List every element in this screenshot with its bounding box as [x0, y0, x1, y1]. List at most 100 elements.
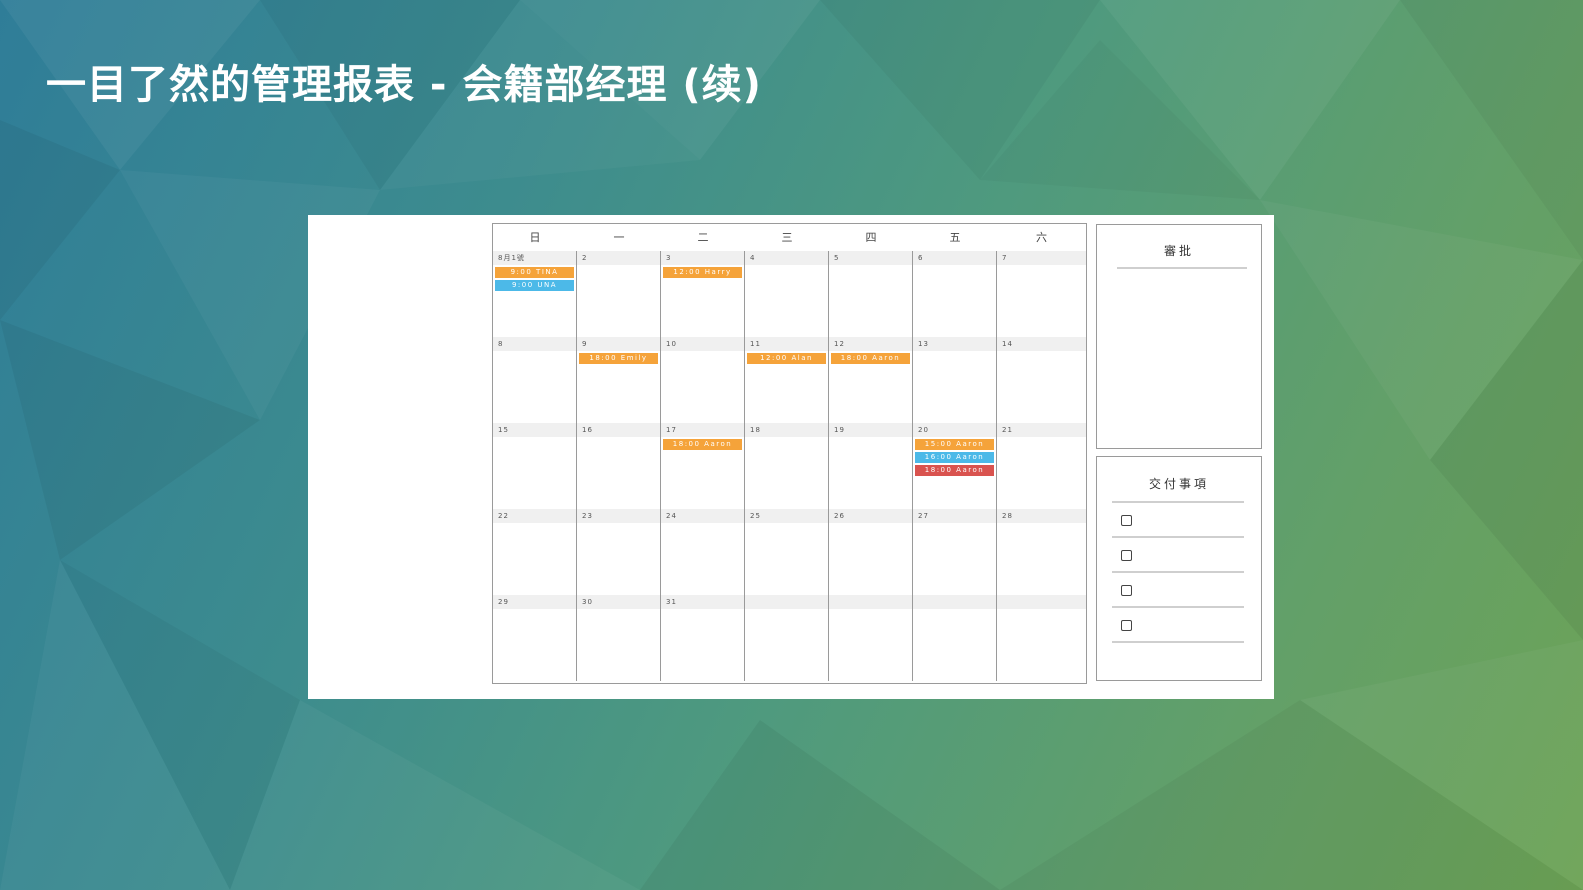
calendar-day[interactable]: 14 [997, 337, 1086, 423]
calendar-day[interactable]: 20 15:00 Aaron 16:00 Aaron 18:00 Aaron [913, 423, 997, 509]
calendar-event[interactable]: 15:00 Aaron [915, 439, 994, 450]
day-number: 10 [661, 337, 744, 351]
calendar-day[interactable]: 16 [577, 423, 661, 509]
calendar-event[interactable]: 18:00 Aaron [915, 465, 994, 476]
calendar-day[interactable]: 15 [493, 423, 577, 509]
day-number: 14 [997, 337, 1086, 351]
divider [1117, 267, 1247, 269]
calendar-day[interactable] [913, 595, 997, 681]
calendar-day[interactable]: 7 [997, 251, 1086, 337]
calendar-day[interactable]: 6 [913, 251, 997, 337]
calendar-event[interactable]: 9:00 UNA [495, 280, 574, 291]
weekday-header: 日一二三四五六 [493, 224, 1086, 252]
calendar-day[interactable]: 29 [493, 595, 577, 681]
calendar-day[interactable]: 10 [661, 337, 745, 423]
day-number: 27 [913, 509, 996, 523]
calendar-day[interactable]: 2 [577, 251, 661, 337]
calendar: 日 一 二 三 四 五 六 8月1號 9:00 TINA 9:00 UNA 2 3 12:00 Har… [492, 223, 1087, 684]
calendar-day[interactable]: 30 [577, 595, 661, 681]
day-number: 4 [745, 251, 828, 265]
calendar-grid: 8月1號 9:00 TINA 9:00 UNA 2 3 12:00 Harry 4 5 6 7 8 9… [493, 251, 1086, 683]
calendar-day[interactable]: 3 12:00 Harry [661, 251, 745, 337]
slide-title: 一目了然的管理报表 - 会籍部经理 (续) [46, 62, 762, 108]
day-number: 9 [577, 337, 660, 351]
calendar-day[interactable] [829, 595, 913, 681]
calendar-event[interactable]: 16:00 Aaron [915, 452, 994, 463]
calendar-event[interactable]: 18:00 Emily [579, 353, 658, 364]
calendar-day[interactable]: 19 [829, 423, 913, 509]
weekday-label: 三 [781, 231, 793, 244]
checkbox[interactable] [1121, 620, 1132, 631]
report-sheet: 日 一 二 三 四 五 六 8月1號 9:00 TINA 9:00 UNA 2 3 12:00 Har… [308, 215, 1274, 699]
day-number [997, 595, 1086, 609]
day-number: 28 [997, 509, 1086, 523]
day-number: 6 [913, 251, 996, 265]
checkbox[interactable] [1121, 585, 1132, 596]
calendar-event[interactable]: 12:00 Alan [747, 353, 826, 364]
day-number: 12 [829, 337, 912, 351]
calendar-day[interactable]: 11 12:00 Alan [745, 337, 829, 423]
day-number: 15 [493, 423, 576, 437]
calendar-day[interactable]: 13 [913, 337, 997, 423]
calendar-event[interactable]: 18:00 Aaron [663, 439, 742, 450]
calendar-day[interactable]: 22 [493, 509, 577, 595]
day-number: 21 [997, 423, 1086, 437]
calendar-day[interactable]: 24 [661, 509, 745, 595]
calendar-event[interactable]: 9:00 TINA [495, 267, 574, 278]
approval-title: 審批 [1163, 244, 1194, 258]
day-number: 30 [577, 595, 660, 609]
calendar-day[interactable]: 17 18:00 Aaron [661, 423, 745, 509]
day-number: 11 [745, 337, 828, 351]
day-number: 25 [745, 509, 828, 523]
day-number: 7 [997, 251, 1086, 265]
day-number: 20 [913, 423, 996, 437]
calendar-day[interactable]: 27 [913, 509, 997, 595]
calendar-day[interactable]: 18 [745, 423, 829, 509]
weekday-label: 四 [865, 231, 877, 244]
day-number: 3 [661, 251, 744, 265]
calendar-week: 15 16 17 18:00 Aaron 18 19 20 15:00 Aaron 16:00 … [493, 423, 1086, 510]
calendar-day[interactable]: 26 [829, 509, 913, 595]
checkbox[interactable] [1121, 550, 1132, 561]
calendar-day[interactable]: 9 18:00 Emily [577, 337, 661, 423]
day-number: 22 [493, 509, 576, 523]
calendar-week: 29 30 31 [493, 595, 1086, 681]
day-number: 2 [577, 251, 660, 265]
deliverable-item [1112, 573, 1244, 608]
calendar-day[interactable]: 31 [661, 595, 745, 681]
day-number: 8月1號 [493, 251, 576, 265]
deliverable-item [1112, 503, 1244, 538]
day-number: 18 [745, 423, 828, 437]
day-number: 8 [493, 337, 576, 351]
calendar-day[interactable]: 12 18:00 Aaron [829, 337, 913, 423]
day-number [829, 595, 912, 609]
day-number: 17 [661, 423, 744, 437]
calendar-day[interactable]: 8月1號 9:00 TINA 9:00 UNA [493, 251, 577, 337]
weekday-label: 日 [529, 231, 541, 244]
calendar-day[interactable]: 21 [997, 423, 1086, 509]
day-number: 16 [577, 423, 660, 437]
calendar-day[interactable] [997, 595, 1086, 681]
calendar-day[interactable]: 5 [829, 251, 913, 337]
calendar-day[interactable]: 28 [997, 509, 1086, 595]
day-number: 31 [661, 595, 744, 609]
calendar-event[interactable]: 18:00 Aaron [831, 353, 910, 364]
day-number [913, 595, 996, 609]
calendar-week: 22 23 24 25 26 27 28 [493, 509, 1086, 596]
weekday-label: 二 [697, 231, 709, 244]
calendar-event[interactable]: 12:00 Harry [663, 267, 742, 278]
day-number: 13 [913, 337, 996, 351]
calendar-day[interactable]: 4 [745, 251, 829, 337]
calendar-day[interactable]: 25 [745, 509, 829, 595]
calendar-day[interactable] [745, 595, 829, 681]
weekday-label: 一 [613, 231, 625, 244]
calendar-day[interactable]: 8 [493, 337, 577, 423]
checkbox[interactable] [1121, 515, 1132, 526]
calendar-week: 8 9 18:00 Emily 10 11 12:00 Alan 12 18:00 Aaron… [493, 337, 1086, 424]
deliverables-panel: 交付事項 [1096, 456, 1262, 681]
deliverable-item [1112, 538, 1244, 573]
day-number [745, 595, 828, 609]
deliverable-item [1112, 608, 1244, 643]
day-number: 24 [661, 509, 744, 523]
calendar-day[interactable]: 23 [577, 509, 661, 595]
